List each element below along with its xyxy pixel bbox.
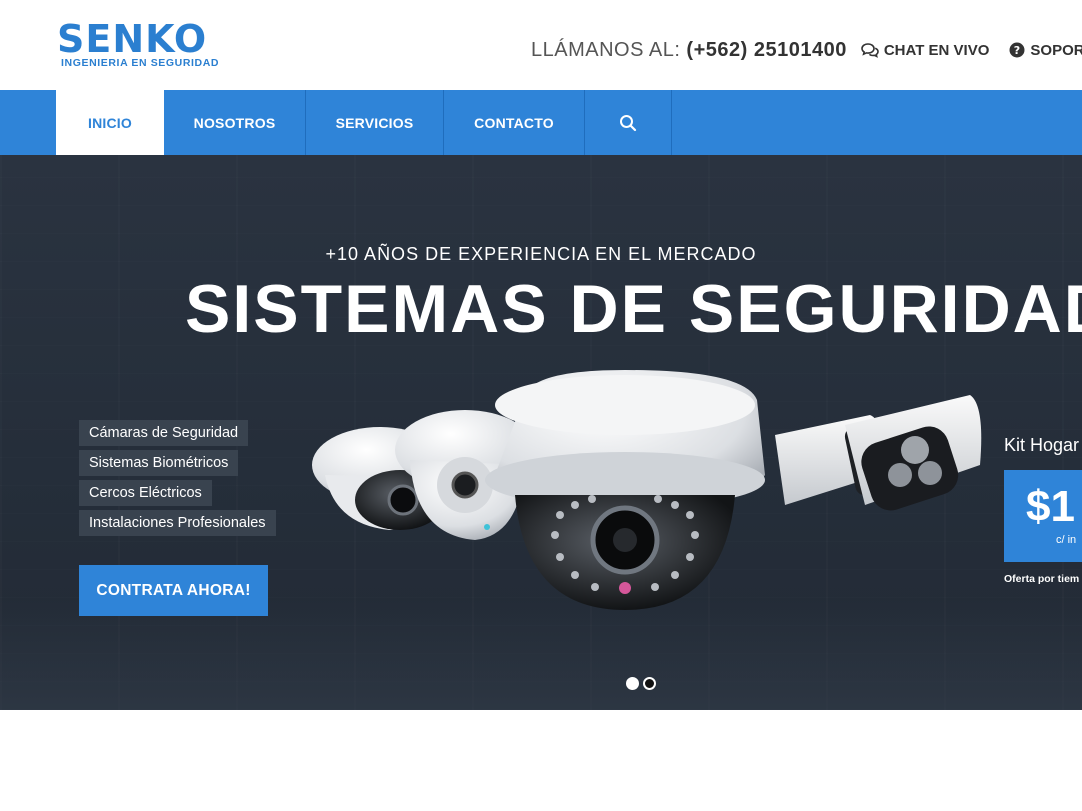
nav-item-contacto[interactable]: CONTACTO xyxy=(444,90,585,155)
call-label: LLÁMANOS AL: xyxy=(531,38,681,61)
nav-item-label: NOSOTROS xyxy=(193,114,276,131)
nav-item-nosotros[interactable]: NOSOTROS xyxy=(164,90,306,155)
price-note: c/ in xyxy=(1056,534,1077,546)
phone-number[interactable]: (+562) 25101400 xyxy=(686,39,846,62)
hero-title: SISTEMAS DE SEGURIDAD xyxy=(185,271,1082,347)
hero-slider: +10 AÑOS DE EXPERIENCIA EN EL MERCADO SI… xyxy=(0,155,1082,710)
price-box[interactable]: $1 c/ in xyxy=(1004,470,1082,562)
logo-tagline: INGENIERIA EN SEGURIDAD xyxy=(61,57,220,69)
feature-tag: Sistemas Biométricos xyxy=(79,450,239,476)
question-circle-icon: ? xyxy=(1009,42,1025,58)
logo-wordmark: SENKO xyxy=(57,17,208,61)
feature-list: Cámaras de Seguridad Sistemas Biométrico… xyxy=(79,420,276,540)
offer-note: Oferta por tiem xyxy=(1004,573,1080,585)
site-header: SENKO INGENIERIA EN SEGURIDAD LLÁMANOS A… xyxy=(0,0,1082,90)
nav-item-label: INICIO xyxy=(88,114,132,131)
main-navigation: INICIO NOSOTROS SERVICIOS CONTACTO xyxy=(0,90,1082,155)
live-chat-link[interactable]: CHAT EN VIVO xyxy=(861,41,990,59)
nav-item-inicio[interactable]: INICIO xyxy=(56,90,164,155)
kit-offer-title: Kit Hogar xyxy=(1004,435,1080,455)
contract-now-button[interactable]: CONTRATA AHORA! xyxy=(79,565,268,616)
slide-dot[interactable] xyxy=(643,677,656,690)
slide-dot-active[interactable] xyxy=(626,677,639,690)
feature-tag: Cercos Eléctricos xyxy=(79,480,212,506)
slider-pagination xyxy=(626,677,656,690)
support-link[interactable]: ? SOPORTE xyxy=(1009,42,1082,59)
feature-tag: Instalaciones Profesionales xyxy=(79,510,276,536)
nav-item-label: SERVICIOS xyxy=(335,114,414,131)
support-label: SOPORTE xyxy=(1030,41,1082,59)
live-chat-label: CHAT EN VIVO xyxy=(883,41,990,59)
svg-text:?: ? xyxy=(1014,44,1020,57)
chat-bubbles-icon xyxy=(861,42,879,58)
hero-subtitle: +10 AÑOS DE EXPERIENCIA EN EL MERCADO xyxy=(325,244,757,264)
nav-item-servicios[interactable]: SERVICIOS xyxy=(306,90,444,155)
nav-search-button[interactable] xyxy=(585,90,672,155)
security-cameras-image xyxy=(312,370,982,610)
kit-price: $1 xyxy=(1026,482,1075,531)
nav-menu: INICIO NOSOTROS SERVICIOS CONTACTO xyxy=(56,90,672,155)
dome-camera-center xyxy=(485,370,765,610)
senko-logo[interactable]: SENKO INGENIERIA EN SEGURIDAD xyxy=(57,17,229,69)
nav-item-label: CONTACTO xyxy=(474,114,554,131)
bullet-camera-right xyxy=(775,395,982,511)
feature-tag: Cámaras de Seguridad xyxy=(79,420,249,446)
search-icon xyxy=(620,114,637,131)
header-contact-bar: LLÁMANOS AL: (+562) 25101400 CHAT EN VIV… xyxy=(531,37,1082,63)
